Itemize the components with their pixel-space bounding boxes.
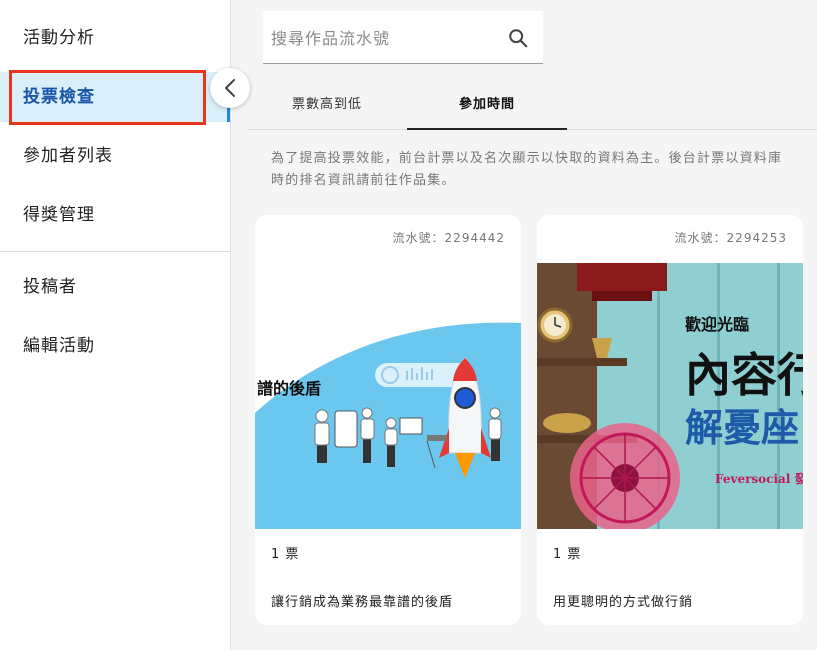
sort-tabs: 票數高到低 參加時間	[247, 80, 817, 130]
entry-title: 用更聰明的方式做行銷	[553, 595, 694, 610]
main-content: 票數高到低 參加時間 為了提高投票效能，前台計票以及名次顯示以快取的資料為主。後…	[231, 0, 817, 650]
notice-line-2: 時的排名資訊請前往作品集。	[271, 173, 456, 188]
search-input[interactable]	[271, 23, 491, 53]
tab-join-time[interactable]: 參加時間	[407, 80, 567, 130]
sidebar-item-participant-list[interactable]: 參加者列表	[0, 131, 230, 181]
search-icon[interactable]	[507, 27, 529, 49]
notice-line-1: 為了提高投票效能，前台計票以及名次顯示以快取的資料為主。後台計票以資料庫	[271, 151, 783, 166]
cover-text: 譜的後盾	[257, 379, 321, 398]
sidebar: 活動分析 投票檢查 參加者列表 得獎管理 投稿者 編輯活動	[0, 0, 231, 650]
entry-cover-image: 譜的後盾	[255, 263, 521, 529]
svg-text:歡迎光臨: 歡迎光臨	[685, 315, 749, 334]
entry-title: 讓行銷成為業務最靠譜的後盾	[271, 595, 454, 610]
svg-text:內容行: 內容行	[685, 348, 803, 402]
vote-count: 1 票	[271, 547, 300, 562]
sidebar-item-activity-analysis[interactable]: 活動分析	[0, 13, 230, 63]
search-bar	[263, 11, 543, 64]
svg-text:解憂座: 解憂座	[685, 405, 799, 450]
serial-number: 流水號：2294442	[392, 231, 505, 245]
entry-cover-image: 歡迎光臨 內容行 解憂座 Feversocial 發燒	[537, 263, 803, 529]
sidebar-divider	[0, 251, 230, 252]
vote-count: 1 票	[553, 547, 582, 562]
sidebar-item-award-management[interactable]: 得獎管理	[0, 190, 230, 240]
tab-votes-desc[interactable]: 票數高到低	[247, 80, 407, 130]
sidebar-item-vote-check[interactable]: 投票檢查	[0, 72, 230, 122]
sidebar-item-contributors[interactable]: 投稿者	[0, 262, 230, 312]
svg-text:Feversocial 發燒: Feversocial 發燒	[715, 471, 803, 486]
entry-card[interactable]: 流水號：2294442 譜的後盾 1 票 讓行銷成為業務最靠譜的後盾	[255, 215, 521, 625]
sidebar-item-edit-activity[interactable]: 編輯活動	[0, 321, 230, 371]
cache-notice: 為了提高投票效能，前台計票以及名次顯示以快取的資料為主。後台計票以資料庫 時的排…	[271, 148, 817, 192]
serial-number: 流水號：2294253	[674, 231, 787, 245]
entry-card[interactable]: 流水號：2294253 歡迎光臨 內容行 解憂座 Feversocial 發 1…	[537, 215, 803, 625]
